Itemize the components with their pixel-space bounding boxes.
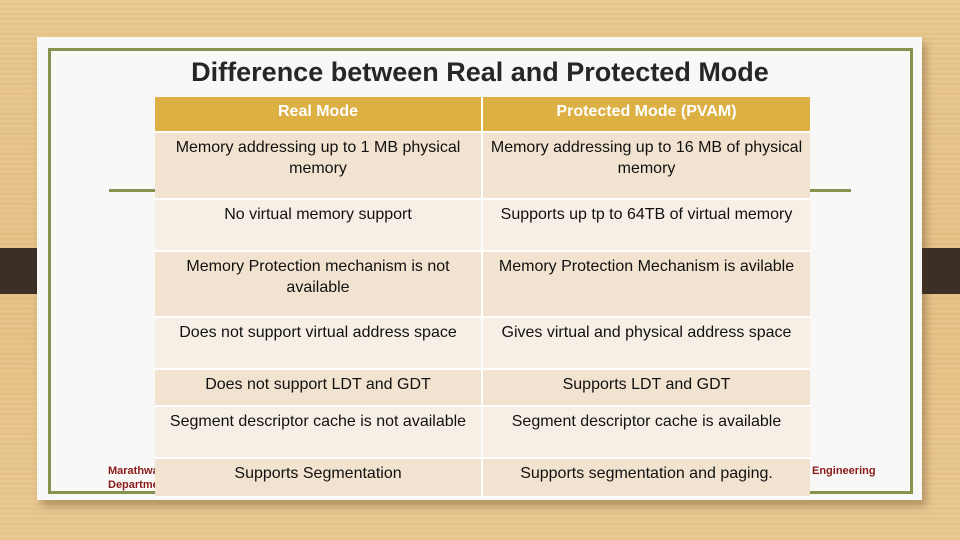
table-cell-protected: Supports up tp to 64TB of virtual memory [483,200,810,252]
cell-text: Does not support LDT and GDT [205,376,431,393]
table-header-row: Real Mode Protected Mode (PVAM) [155,97,810,133]
footer-left: Marathwada Department [108,464,155,492]
table-cell-real: Does not support virtual address space [155,318,483,370]
cell-text: Supports up tp to 64TB of virtual memory [500,206,793,223]
table-row: Segment descriptor cache is not availabl… [155,407,810,459]
cell-text: Memory Protection Mechanism is avilable [498,258,795,275]
footer-left-line1: Marathwada [108,465,155,477]
table-cell-real: Supports Segmentation [155,459,483,498]
right-divider-rule [808,189,851,192]
table-cell-protected: Memory Protection Mechanism is avilable [483,252,810,318]
table-cell-protected: Supports LDT and GDT [483,370,810,407]
cell-text: Memory addressing up to 1 MB physical me… [175,139,461,177]
cell-text: Supports segmentation and paging. [520,465,773,482]
header-protected-mode: Protected Mode (PVAM) [483,97,810,133]
table-cell-real: Memory Protection mechanism is not avail… [155,252,483,318]
header-real-mode: Real Mode [155,97,483,133]
table-cell-real: Segment descriptor cache is not availabl… [155,407,483,459]
footer-right: Engineering [812,465,876,477]
comparison-table: Real Mode Protected Mode (PVAM) Memory a… [155,97,810,498]
slide-title: Difference between Real and Protected Mo… [191,57,769,87]
left-divider-rule [109,189,157,192]
footer-left-line2: Department [108,479,155,491]
table-row: Does not support LDT and GDT Supports LD… [155,370,810,407]
table-row: Supports Segmentation Supports segmentat… [155,459,810,498]
cell-text: Gives virtual and physical address space [501,324,792,341]
table-cell-protected: Memory addressing up to 16 MB of physica… [483,133,810,200]
table-cell-real: Does not support LDT and GDT [155,370,483,407]
cell-text: Does not support virtual address space [179,324,457,341]
table-cell-real: No virtual memory support [155,200,483,252]
table-cell-protected: Segment descriptor cache is available [483,407,810,459]
cell-text: Memory addressing up to 16 MB of physica… [490,139,803,177]
cell-text: Supports Segmentation [234,465,402,482]
cell-text: No virtual memory support [224,206,412,223]
table-cell-real: Memory addressing up to 1 MB physical me… [155,133,483,200]
cell-text: Segment descriptor cache is not availabl… [169,413,467,430]
cell-text: Supports LDT and GDT [562,376,731,393]
table-row: Memory addressing up to 1 MB physical me… [155,133,810,200]
table-cell-protected: Supports segmentation and paging. [483,459,810,498]
table-row: Does not support virtual address space G… [155,318,810,370]
table-row: Memory Protection mechanism is not avail… [155,252,810,318]
cell-text: Memory Protection mechanism is not avail… [186,258,450,296]
table-row: No virtual memory support Supports up tp… [155,200,810,252]
table-cell-protected: Gives virtual and physical address space [483,318,810,370]
cell-text: Segment descriptor cache is available [511,413,782,430]
